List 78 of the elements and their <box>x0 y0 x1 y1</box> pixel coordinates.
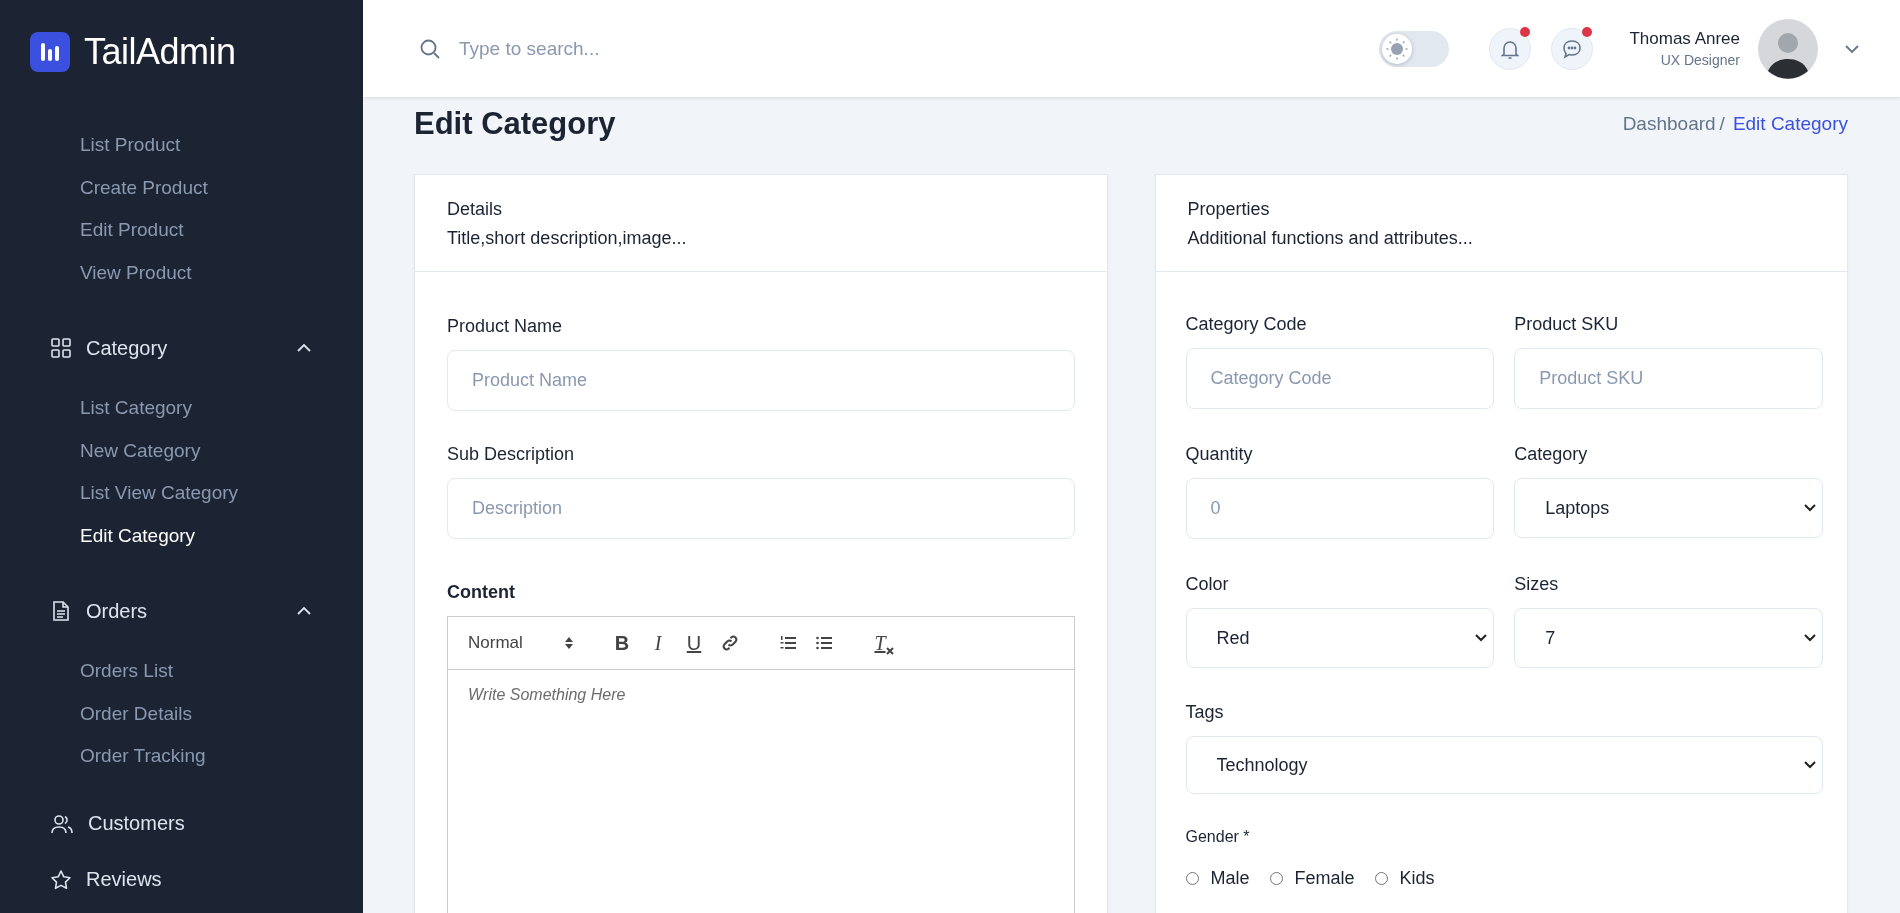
sidebar-link[interactable]: New Category <box>0 429 201 472</box>
input-field[interactable]: Product Name <box>447 350 1075 411</box>
select-field[interactable]: Technology <box>1185 736 1823 794</box>
field-label: Sizes <box>1514 574 1560 595</box>
radio-label: Kids <box>1399 868 1435 889</box>
sidebar-item[interactable]: Customers <box>0 805 312 842</box>
field-label: Tags <box>1185 702 1225 723</box>
sidebar-link[interactable]: Order Details <box>0 692 192 735</box>
card-subtitle: Title,short description,image... <box>447 228 688 249</box>
input-field[interactable]: Category Code <box>1185 348 1495 409</box>
sort-icon <box>564 636 574 650</box>
user-name: Thomas Anree <box>1629 29 1740 49</box>
input-field[interactable]: Product SKU <box>1514 348 1823 409</box>
bold-button[interactable]: B <box>610 631 634 655</box>
field-label: Category <box>1514 444 1589 465</box>
underline-button[interactable]: U <box>682 631 706 655</box>
document-icon <box>50 600 72 622</box>
field-label: Product Name <box>447 316 564 337</box>
notifications-button[interactable] <box>1489 27 1532 70</box>
caret-icon <box>1804 761 1816 769</box>
field-label: Product SKU <box>1514 314 1620 335</box>
breadcrumb-link[interactable]: Edit Category <box>1732 113 1848 135</box>
sidebar-item[interactable]: Category <box>0 330 312 366</box>
avatar[interactable] <box>1758 18 1818 79</box>
card-title: Details <box>447 199 504 220</box>
close-icon <box>885 647 894 655</box>
sidebar-link[interactable]: Order Tracking <box>0 735 206 778</box>
sidebar-link[interactable]: List Product <box>0 124 181 167</box>
breadcrumb-separator: / <box>1719 113 1725 135</box>
sidebar-link[interactable]: Edit Category <box>0 514 196 557</box>
radio-label: Female <box>1294 868 1355 889</box>
grid-icon <box>50 337 72 359</box>
caret-icon <box>1804 504 1816 512</box>
search-field[interactable]: Type to search... <box>457 36 861 61</box>
messages-button[interactable] <box>1551 27 1594 70</box>
users-icon <box>50 812 74 835</box>
format-select[interactable]: Normal <box>468 633 574 653</box>
star-icon <box>50 868 72 891</box>
brand-name: TailAdmin <box>84 31 236 73</box>
chevron-down-icon[interactable] <box>1844 43 1860 54</box>
sidebar-link[interactable]: Edit Product <box>0 209 184 252</box>
card-title: Properties <box>1187 199 1271 220</box>
sidebar-item[interactable]: Orders <box>0 593 312 629</box>
page-title: Edit Category <box>414 106 616 142</box>
editor-text-area[interactable]: Write Something Here <box>448 670 1074 720</box>
clear-format-button[interactable]: T <box>870 631 898 655</box>
sidebar-item[interactable]: Reviews <box>0 861 312 898</box>
radio-label: Male <box>1210 868 1250 889</box>
search-icon <box>419 37 441 60</box>
input-field[interactable]: 0 <box>1185 478 1495 539</box>
caret-icon <box>1804 634 1816 642</box>
field-label: Content <box>447 582 516 603</box>
select-field[interactable]: Laptops <box>1514 478 1823 538</box>
field-label: Quantity <box>1185 444 1254 465</box>
select-field[interactable]: 7 <box>1514 608 1823 668</box>
breadcrumb-link[interactable]: Dashboard <box>1622 113 1716 135</box>
link-icon <box>721 634 739 652</box>
theme-toggle[interactable] <box>1379 30 1450 67</box>
sidebar-link[interactable]: Orders List <box>0 650 173 693</box>
card-subtitle: Additional functions and attributes... <box>1187 228 1474 249</box>
sidebar-link[interactable]: Create Product <box>0 166 208 209</box>
logo-icon <box>30 32 70 72</box>
field-label: Sub Description <box>447 444 576 465</box>
editor-placeholder: Write Something Here <box>468 686 626 703</box>
sidebar-link[interactable]: List View Category <box>0 472 239 515</box>
field-label: Category Code <box>1185 314 1308 335</box>
input-field[interactable]: Description <box>447 478 1075 539</box>
field-label: Gender * <box>1185 828 1251 846</box>
field-label: Color <box>1185 574 1230 595</box>
bullet-list-icon <box>815 634 833 652</box>
user-role: UX Designer <box>1660 52 1740 68</box>
italic-button[interactable]: I <box>646 631 670 655</box>
caret-icon <box>1475 634 1488 642</box>
chat-icon <box>1561 37 1584 60</box>
select-field[interactable]: Red <box>1185 608 1495 668</box>
ordered-list-icon <box>779 634 797 652</box>
sidebar-link[interactable]: View Product <box>0 251 192 294</box>
sidebar-link[interactable]: List Category <box>0 387 192 430</box>
